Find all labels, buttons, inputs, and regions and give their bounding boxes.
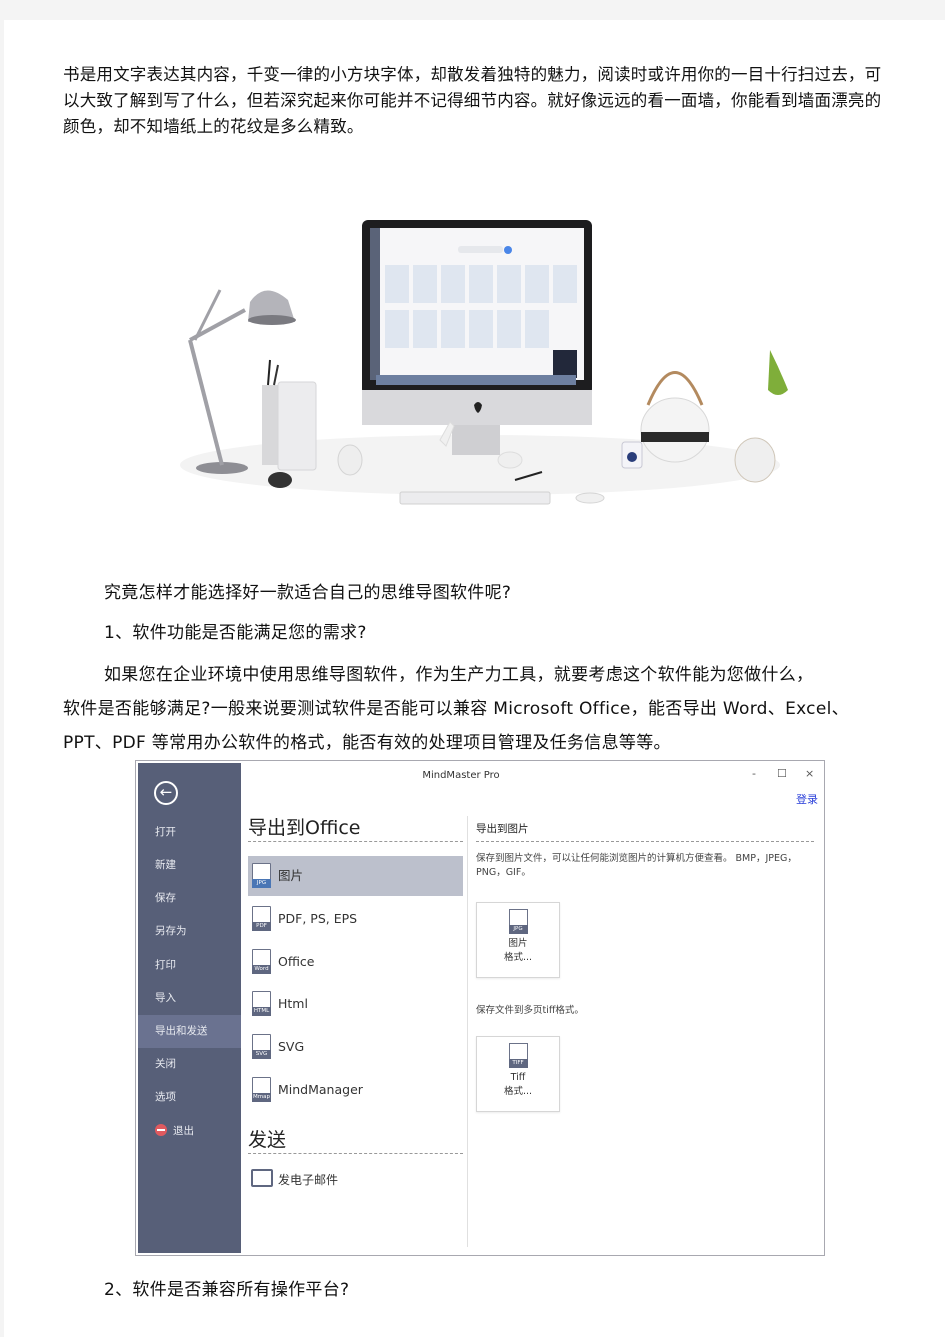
close-button[interactable]: × xyxy=(805,767,814,780)
export-item-label: 图片 xyxy=(278,868,304,883)
exit-label: 退出 xyxy=(173,1125,194,1137)
sidebar-item-close[interactable]: 关闭 xyxy=(138,1048,241,1081)
svg-file-icon: SVG xyxy=(252,1034,271,1059)
email-monitor-icon xyxy=(251,1169,273,1187)
question-line: 究竟怎样才能选择好一款适合自己的思维导图软件呢? xyxy=(104,583,512,603)
right-panel-title: 导出到图片 xyxy=(476,823,529,835)
intro-paragraph: 书是用文字表达其内容，千变一律的小方块字体，却散发着独特的魅力，阅读时或许用你的… xyxy=(63,65,882,136)
panel-separator xyxy=(467,816,468,1247)
export-item-label: Office xyxy=(278,954,315,969)
divider xyxy=(248,841,463,842)
sidebar-item-save-as[interactable]: 另存为 xyxy=(138,915,241,948)
export-item-svg[interactable]: SVG SVG xyxy=(248,1027,463,1067)
card-label: Tiff xyxy=(510,1072,526,1083)
send-email-item[interactable]: 发电子邮件 xyxy=(248,1167,338,1193)
sidebar-item-open[interactable]: 打开 xyxy=(138,816,241,849)
pdf-file-icon: PDF xyxy=(252,906,271,931)
desk-photo xyxy=(170,210,790,510)
html-file-icon: HTML xyxy=(252,991,271,1016)
export-item-office[interactable]: Word Office xyxy=(248,942,463,982)
panda-figure xyxy=(268,472,292,488)
export-heading: 导出到Office xyxy=(248,817,361,839)
image-format-button[interactable]: JPG 图片 格式... xyxy=(476,902,560,978)
sidebar-item-new[interactable]: 新建 xyxy=(138,849,241,882)
word-file-icon: Word xyxy=(252,949,271,974)
egg-ornament xyxy=(337,444,363,476)
paper-ball xyxy=(497,451,523,469)
card-sublabel: 格式... xyxy=(503,952,533,963)
headphones xyxy=(734,437,776,483)
point1-body-line: PPT、PDF 等常用办公软件的格式，能否有效的处理项目管理及任务信息等等。 xyxy=(63,733,671,753)
sidebar-item-import[interactable]: 导入 xyxy=(138,982,241,1015)
maximize-button[interactable]: ☐ xyxy=(777,767,787,780)
export-item-label: PDF, PS, EPS xyxy=(278,911,358,926)
white-vase xyxy=(277,381,317,471)
mindmanager-file-icon: Mmap xyxy=(252,1077,271,1102)
back-arrow-icon[interactable]: ← xyxy=(154,781,178,805)
right-panel-description: 保存到图片文件，可以让任何能浏览图片的计算机方便查看。 BMP，JPEG，PNG… xyxy=(476,853,797,878)
sidebar-item-save[interactable]: 保存 xyxy=(138,882,241,915)
minimize-button[interactable]: - xyxy=(752,767,756,780)
imac xyxy=(362,220,592,455)
right-panel-description-2: 保存文件到多页tiff格式。 xyxy=(476,1005,584,1016)
export-item-label: SVG xyxy=(278,1039,305,1054)
login-link[interactable]: 登录 xyxy=(796,791,818,807)
keyboard xyxy=(399,491,551,505)
mindmaster-export-window: ← 打开 新建 保存 另存为 打印 导入 导出和发送 关闭 选项 退出 Mind… xyxy=(135,760,825,1256)
window-title: MindMaster Pro xyxy=(422,770,500,781)
jpg-file-icon: JPG xyxy=(508,909,528,934)
point2-heading: 2、软件是否兼容所有操作平台? xyxy=(104,1280,350,1300)
card-sublabel: 格式... xyxy=(503,1086,533,1097)
card-label: 图片 xyxy=(508,938,528,949)
export-item-pdf[interactable]: PDF PDF, PS, EPS xyxy=(248,899,463,939)
point1-body-line: 软件是否能够满足?一般来说要测试软件是否能可以兼容 Microsoft Offi… xyxy=(63,699,849,719)
send-heading: 发送 xyxy=(248,1129,287,1151)
divider xyxy=(476,841,814,842)
pen-cup xyxy=(262,385,280,465)
point1-body-line: 如果您在企业环境中使用思维导图软件，作为生产力工具，就要考虑这个软件能为您做什么… xyxy=(104,665,814,685)
divider xyxy=(248,1153,463,1154)
sidebar-item-export-send[interactable]: 导出和发送 xyxy=(138,1015,241,1048)
sidebar-item-print[interactable]: 打印 xyxy=(138,949,241,982)
point1-heading: 1、软件功能是否能满足您的需求? xyxy=(104,623,367,643)
jpg-file-icon: JPG xyxy=(252,863,271,888)
send-email-label: 发电子邮件 xyxy=(278,1173,339,1187)
tiff-format-button[interactable]: TIFF Tiff 格式... xyxy=(476,1036,560,1112)
exit-icon xyxy=(155,1124,167,1136)
mouse xyxy=(575,492,605,504)
sidebar-item-exit[interactable]: 退出 xyxy=(138,1115,241,1148)
tiff-file-icon: TIFF xyxy=(508,1043,528,1068)
export-item-image[interactable]: JPG 图片 xyxy=(248,856,463,896)
export-item-label: Html xyxy=(278,996,308,1011)
export-item-html[interactable]: HTML Html xyxy=(248,984,463,1024)
backstage-sidebar: ← 打开 新建 保存 另存为 打印 导入 导出和发送 关闭 选项 退出 xyxy=(138,763,241,1253)
export-item-label: MindManager xyxy=(278,1082,363,1097)
export-item-mindmanager[interactable]: Mmap MindManager xyxy=(248,1070,463,1110)
sidebar-item-options[interactable]: 选项 xyxy=(138,1081,241,1114)
